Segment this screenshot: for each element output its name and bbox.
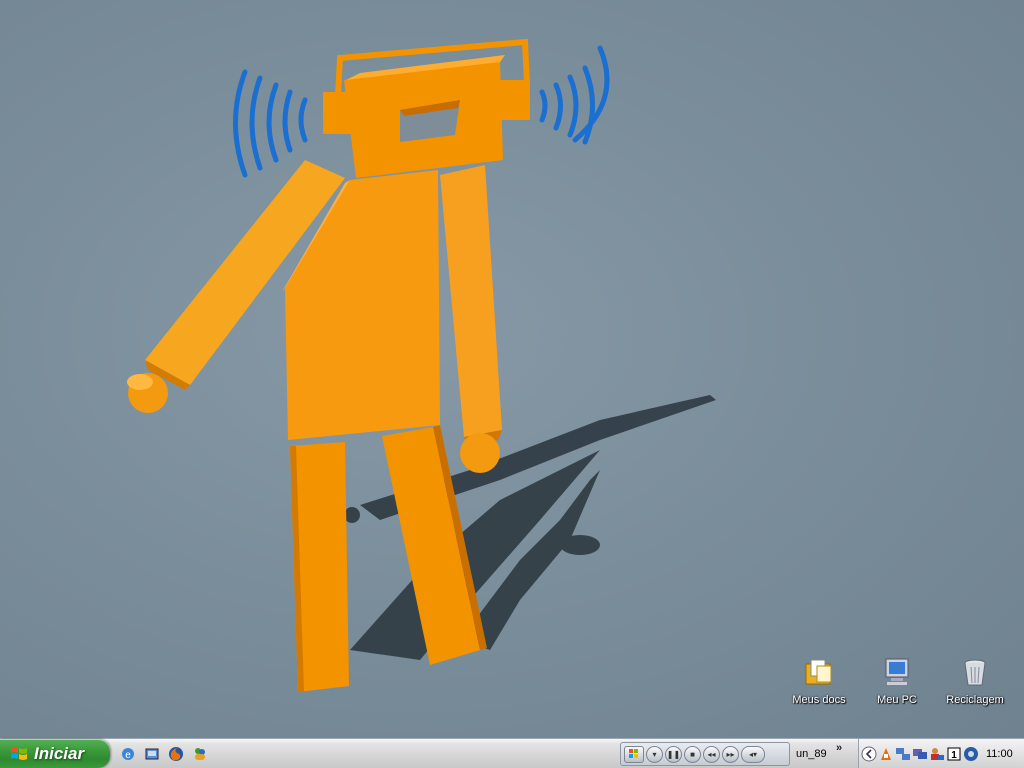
volume-icon[interactable]: ◂▾ (741, 745, 765, 763)
taskbar: Iniciar e ▾ ❚❚ ■ ◂◂ ▸▸ ◂▾ un_89 » 1 11:0… (0, 738, 1024, 768)
my-documents-icon (805, 659, 832, 685)
system-tray: 1 11:00 (858, 739, 1024, 768)
network-icon[interactable] (895, 746, 911, 762)
recycle-bin-icon (964, 659, 986, 686)
pause-icon[interactable]: ❚❚ (665, 745, 682, 763)
messenger-icon[interactable] (190, 744, 210, 764)
wallpaper-robot-headphones (127, 38, 716, 692)
next-icon[interactable]: ▸▸ (722, 745, 739, 763)
app-icon[interactable] (878, 746, 894, 762)
desktop-icon-label: Meu PC (877, 694, 917, 706)
firefox-icon[interactable] (166, 744, 186, 764)
start-label: Iniciar (34, 743, 85, 763)
desktop-icon-label: Meus docs (792, 694, 846, 706)
desktop: Meus docs Meu PC Reciclagem (0, 0, 1024, 738)
user-icon[interactable] (929, 746, 945, 762)
media-menu-icon[interactable] (624, 745, 644, 763)
windows-logo-icon (11, 746, 27, 760)
dropdown-icon[interactable]: ▾ (646, 745, 663, 763)
update-icon[interactable] (963, 746, 979, 762)
internet-explorer-icon[interactable]: e (118, 744, 138, 764)
media-player-toolbar: ▾ ❚❚ ■ ◂◂ ▸▸ ◂▾ (620, 742, 790, 766)
toolbar-overflow-chevron[interactable]: » (836, 742, 842, 754)
svg-text:1: 1 (951, 750, 957, 761)
previous-icon[interactable]: ◂◂ (703, 745, 720, 763)
desktop-icon-my-documents[interactable]: Meus docs (784, 656, 854, 706)
quick-launch-bar: e (118, 744, 210, 764)
taskbar-item[interactable]: un_89 (796, 744, 836, 764)
svg-text:e: e (125, 750, 131, 761)
collapse-tray-icon[interactable] (861, 746, 877, 762)
box-icon[interactable]: 1 (946, 746, 962, 762)
clock[interactable]: 11:00 (986, 748, 1013, 760)
start-button[interactable]: Iniciar (0, 739, 110, 768)
display-icon[interactable] (912, 746, 928, 762)
desktop-icon-label: Reciclagem (946, 694, 1004, 706)
show-desktop-icon[interactable] (142, 744, 162, 764)
stop-icon[interactable]: ■ (684, 745, 701, 763)
desktop-icon-recycle-bin[interactable]: Reciclagem (940, 656, 1010, 706)
desktop-icon-my-computer[interactable]: Meu PC (862, 656, 932, 706)
my-computer-icon (885, 658, 909, 685)
